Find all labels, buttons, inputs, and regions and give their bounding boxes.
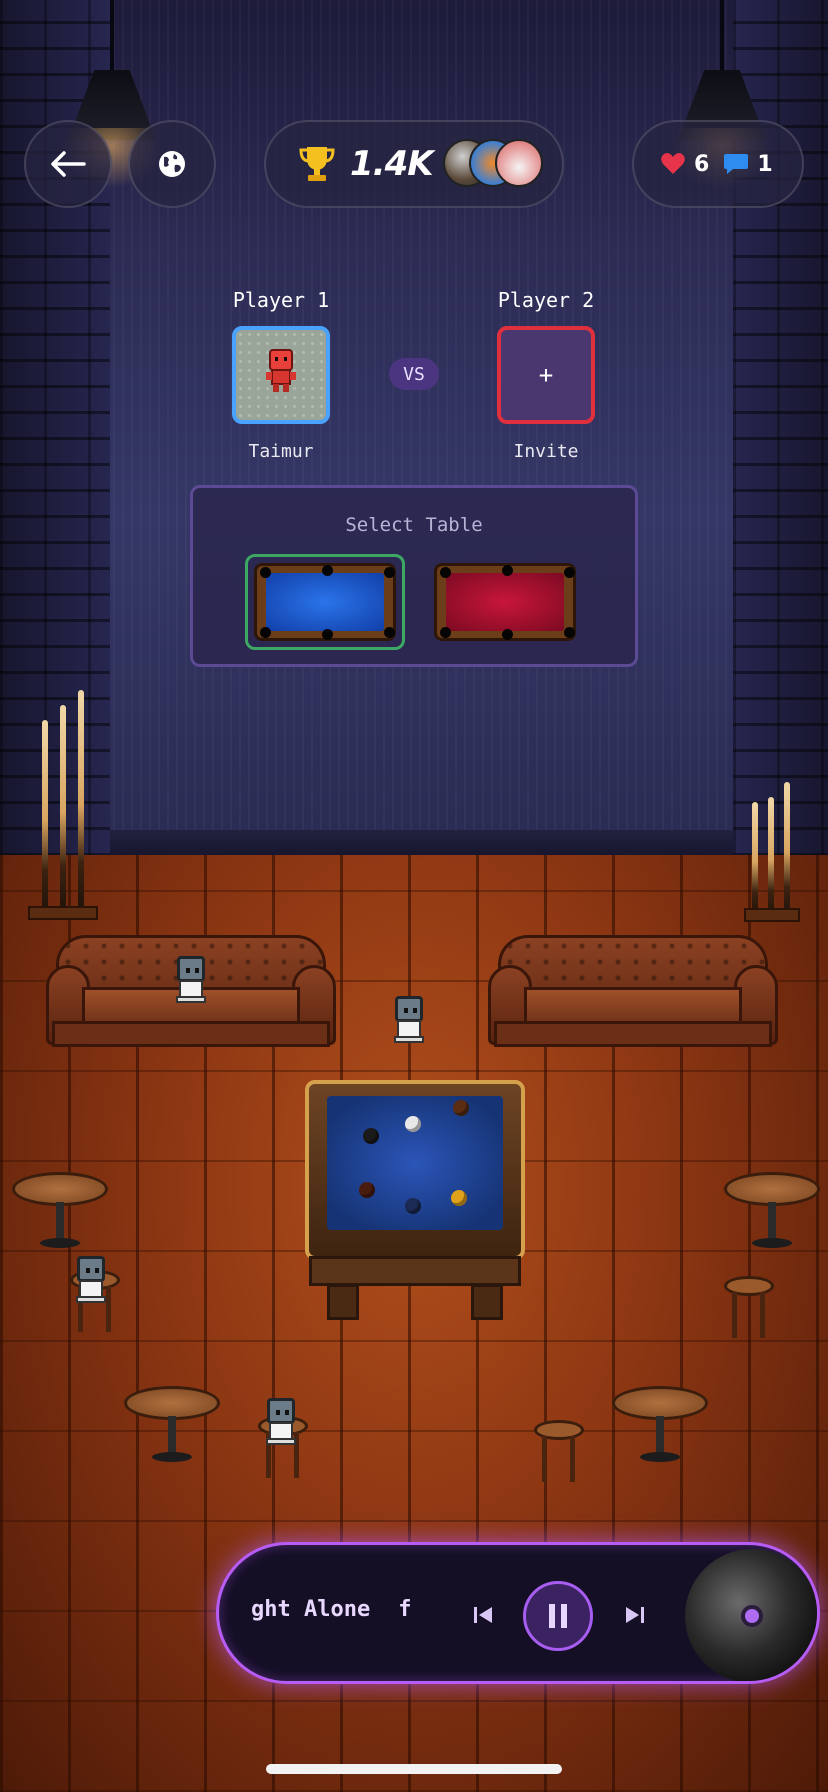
ball-yellow [451,1190,467,1206]
heart-icon [661,153,685,174]
leaderboard-pill[interactable]: 1.4K [264,120,564,208]
previous-track-button[interactable] [463,1595,503,1635]
sofa-right [488,935,778,1060]
invite-label[interactable]: Invite [486,441,606,462]
album-art-disc[interactable] [685,1549,817,1681]
globe-button[interactable] [128,120,216,208]
pause-button[interactable] [523,1581,593,1651]
track-title: ght Alone f [251,1597,412,1622]
ball-maroon [359,1182,375,1198]
player1-character-icon [266,349,296,392]
npc-character[interactable] [172,956,210,1004]
bar-stool [534,1420,584,1484]
table-option-red[interactable] [425,554,585,650]
bar-table [12,1172,108,1250]
vs-badge: VS [389,358,439,390]
npc-character[interactable] [72,1256,110,1304]
trophy-icon [299,147,335,181]
game-scene [0,0,828,1792]
skip-next-icon [626,1607,644,1623]
comments-count: 1 [757,151,773,177]
select-table-panel: Select Table [190,485,638,667]
table-option-blue[interactable] [245,554,405,650]
player1-name: Taimur [248,441,314,462]
bar-table [612,1386,708,1464]
arrow-left-icon [51,151,86,177]
cue-rack-right [744,782,800,922]
avatar [494,139,543,187]
likes-count: 6 [694,151,710,177]
friends-avatars[interactable] [442,139,543,189]
cue-ball [405,1116,421,1132]
music-player[interactable]: ght Alone f [216,1542,820,1684]
pause-icon [549,1604,567,1628]
bar-stool [724,1276,774,1340]
cue-rack-left [28,690,98,920]
chat-bubble-icon [724,154,749,174]
home-indicator [266,1764,562,1774]
ball-black-1 [363,1128,379,1144]
back-button[interactable] [24,120,112,208]
skip-previous-icon [474,1607,492,1623]
bar-table [124,1386,220,1464]
bar-table [724,1172,820,1250]
player2-label: Player 2 [497,288,595,312]
pool-table[interactable] [305,1080,525,1320]
select-table-title: Select Table [345,514,483,536]
player1-avatar-slot[interactable] [232,326,330,424]
player1-label: Player 1 [232,288,330,312]
ball-brown [453,1100,469,1116]
score-value: 1.4K [350,144,434,184]
next-track-button[interactable] [615,1595,655,1635]
stats-pill[interactable]: 6 1 [632,120,804,208]
invite-player-button[interactable]: + [497,326,595,424]
globe-icon [159,151,185,177]
player-character[interactable] [390,996,428,1044]
ball-navy [405,1198,421,1214]
npc-character[interactable] [262,1398,300,1446]
